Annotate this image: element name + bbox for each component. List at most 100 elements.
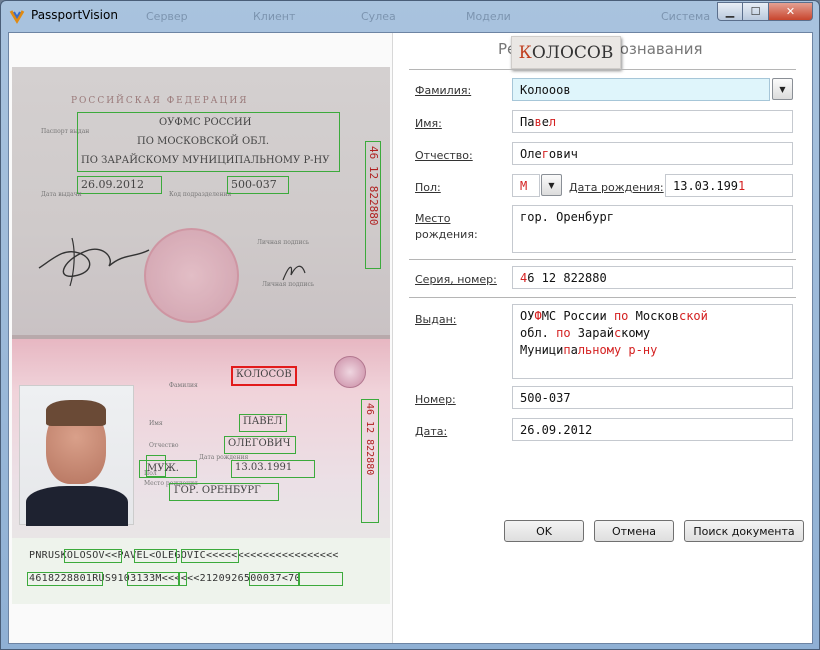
close-button[interactable]: ✕ xyxy=(769,2,813,21)
signature-label: Личная подпись xyxy=(257,239,310,246)
name-field-label: Имя: xyxy=(415,117,442,130)
issued-part: Муници xyxy=(520,343,564,357)
series-value-part: 6 12 822880 xyxy=(527,271,607,285)
issue-date-text: 26.09.2012 xyxy=(81,178,144,191)
date-field-label: Дата: xyxy=(415,425,448,438)
mrz-zone xyxy=(12,538,390,604)
issue-date-input[interactable]: 26.09.2012 xyxy=(512,418,793,441)
birthplace-input[interactable]: гор. Оренбург xyxy=(512,205,793,253)
number-field-label: Номер: xyxy=(415,393,456,406)
surname-label: Фамилия xyxy=(169,382,198,389)
mrz-birth-box xyxy=(127,572,179,586)
app-logo-icon xyxy=(9,10,25,24)
country-header: РОССИЙСКАЯ ФЕДЕРАЦИЯ xyxy=(71,96,249,106)
search-document-button[interactable]: Поиск документа xyxy=(684,520,804,542)
issued-by-line-1: ОУФМС РОССИИ xyxy=(159,117,252,128)
mrz-dept-box xyxy=(299,572,343,586)
surname-text: КОЛОСОВ xyxy=(236,369,292,380)
ghost-menu-item: Модели xyxy=(466,10,511,23)
vertical-number-bottom: 46 12 822880 xyxy=(364,403,375,476)
patronymic-value-part: Оле xyxy=(520,147,542,161)
birthplace-field-label-2: рождения: xyxy=(415,228,478,241)
official-seal xyxy=(144,228,239,323)
mrz-patronymic-box xyxy=(181,549,239,563)
patronymic-text: ОЛЕГОВИЧ xyxy=(228,438,291,449)
personal-signature-label: Личная подпись xyxy=(262,281,315,288)
photo-hair xyxy=(46,400,106,426)
birth-date-input[interactable]: 13.03.1991 xyxy=(665,174,793,197)
rosette-emblem xyxy=(334,356,366,388)
surname-dropdown-button[interactable]: ▼ xyxy=(772,78,793,100)
signature-image xyxy=(38,237,150,287)
issued-part: а xyxy=(570,343,578,357)
mrz-number-box xyxy=(27,572,103,586)
name-value-part: Па xyxy=(520,115,535,129)
birth-date-text: 13.03.1991 xyxy=(235,462,293,473)
surname-value: Колооов xyxy=(520,83,571,97)
mrz-surname-box xyxy=(64,549,122,563)
dept-number-input[interactable]: 500-037 xyxy=(512,386,793,409)
surname-input[interactable]: Колооов xyxy=(512,78,770,101)
issued-by-input[interactable]: ОУФМС России по Московской обл. по Зарай с… xyxy=(512,304,793,379)
chevron-down-icon: ▼ xyxy=(548,180,555,190)
mrz-name-box xyxy=(134,549,177,563)
patronymic-input[interactable]: Олегович xyxy=(512,142,793,165)
sex-value: М xyxy=(520,179,528,193)
birth-value-part: 13.03.199 xyxy=(673,179,739,193)
name-input[interactable]: Павел xyxy=(512,110,793,133)
issued-suspect: льному р-ну xyxy=(577,343,658,357)
birthplace-value: гор. Оренбург xyxy=(520,210,614,224)
patronymic-value-suspect: г xyxy=(541,147,549,161)
name-value-suspect: в xyxy=(534,115,542,129)
dept-code-label: Код подразделения xyxy=(169,191,232,198)
minimize-button[interactable]: ▁ xyxy=(717,2,743,21)
date-value: 26.09.2012 xyxy=(520,423,593,437)
name-value-suspect: л xyxy=(548,115,557,129)
issued-by-line: ОУФМС России по Московской xyxy=(520,308,785,325)
zoom-preview: К ОЛОСОВ xyxy=(511,36,621,69)
maximize-button[interactable]: ☐ xyxy=(743,2,769,21)
photo-shirt xyxy=(26,486,128,526)
client-area: РОССИЙСКАЯ ФЕДЕРАЦИЯ Паспорт выдан ОУФМС… xyxy=(8,32,813,644)
app-window: PassportVision Сервер Клиент Сулеа Модел… xyxy=(0,0,820,650)
divider-line xyxy=(409,297,796,298)
issued-suspect: по xyxy=(613,309,629,323)
series-field-label: Серия, номер: xyxy=(415,273,497,286)
holder-photo xyxy=(19,385,134,526)
window-title: PassportVision xyxy=(31,8,118,22)
birth-date-field-label: Дата рождения: xyxy=(569,181,664,194)
title-bar[interactable]: PassportVision Сервер Клиент Сулеа Модел… xyxy=(1,1,819,31)
ghost-menu-item: Система xyxy=(661,10,711,23)
name-text: ПАВЕЛ xyxy=(243,416,283,427)
issued-by-field-label: Выдан: xyxy=(415,313,457,326)
issued-part: Зарай xyxy=(570,326,614,340)
ghost-menu-item: Сулеа xyxy=(361,10,396,23)
name-label: Имя xyxy=(149,420,163,427)
issued-part: МС России xyxy=(541,309,614,323)
sex-input[interactable]: М xyxy=(512,174,540,197)
name-value-part: е xyxy=(541,115,549,129)
maximize-icon: ☐ xyxy=(750,5,761,18)
birth-value-suspect: 1 xyxy=(738,179,746,193)
birthplace-text: ГОР. ОРЕНБУРГ xyxy=(174,485,261,496)
sex-text: МУЖ. xyxy=(147,463,179,474)
birthplace-field-label: Место xyxy=(415,212,451,225)
patronymic-value-part: ович xyxy=(548,147,578,161)
passport-scan: РОССИЙСКАЯ ФЕДЕРАЦИЯ Паспорт выдан ОУФМС… xyxy=(9,33,392,643)
mrz-issue-date-box xyxy=(249,572,299,586)
divider-line xyxy=(409,69,796,70)
issued-by-line-3: ПО ЗАРАЙСКОМУ МУНИЦИПАЛЬНОМУ Р-НУ xyxy=(81,155,330,166)
patronymic-label: Отчество xyxy=(149,442,179,449)
recognition-form: Результат распознавания КОЛОСОВ Фамилия:… xyxy=(393,33,812,643)
cancel-button[interactable]: Отмена xyxy=(594,520,674,542)
issued-suspect: по xyxy=(556,326,571,340)
series-number-input[interactable]: 46 12 822880 xyxy=(512,266,793,289)
close-icon: ✕ xyxy=(785,5,796,18)
sex-dropdown-button[interactable]: ▼ xyxy=(541,174,562,196)
ok-button[interactable]: OK xyxy=(504,520,584,542)
sex-field-label: Пол: xyxy=(415,181,441,194)
issued-part: обл. xyxy=(520,326,557,340)
issued-suspect: ской xyxy=(678,309,708,323)
chevron-down-icon: ▼ xyxy=(779,84,786,94)
issued-part: кому xyxy=(621,326,651,340)
